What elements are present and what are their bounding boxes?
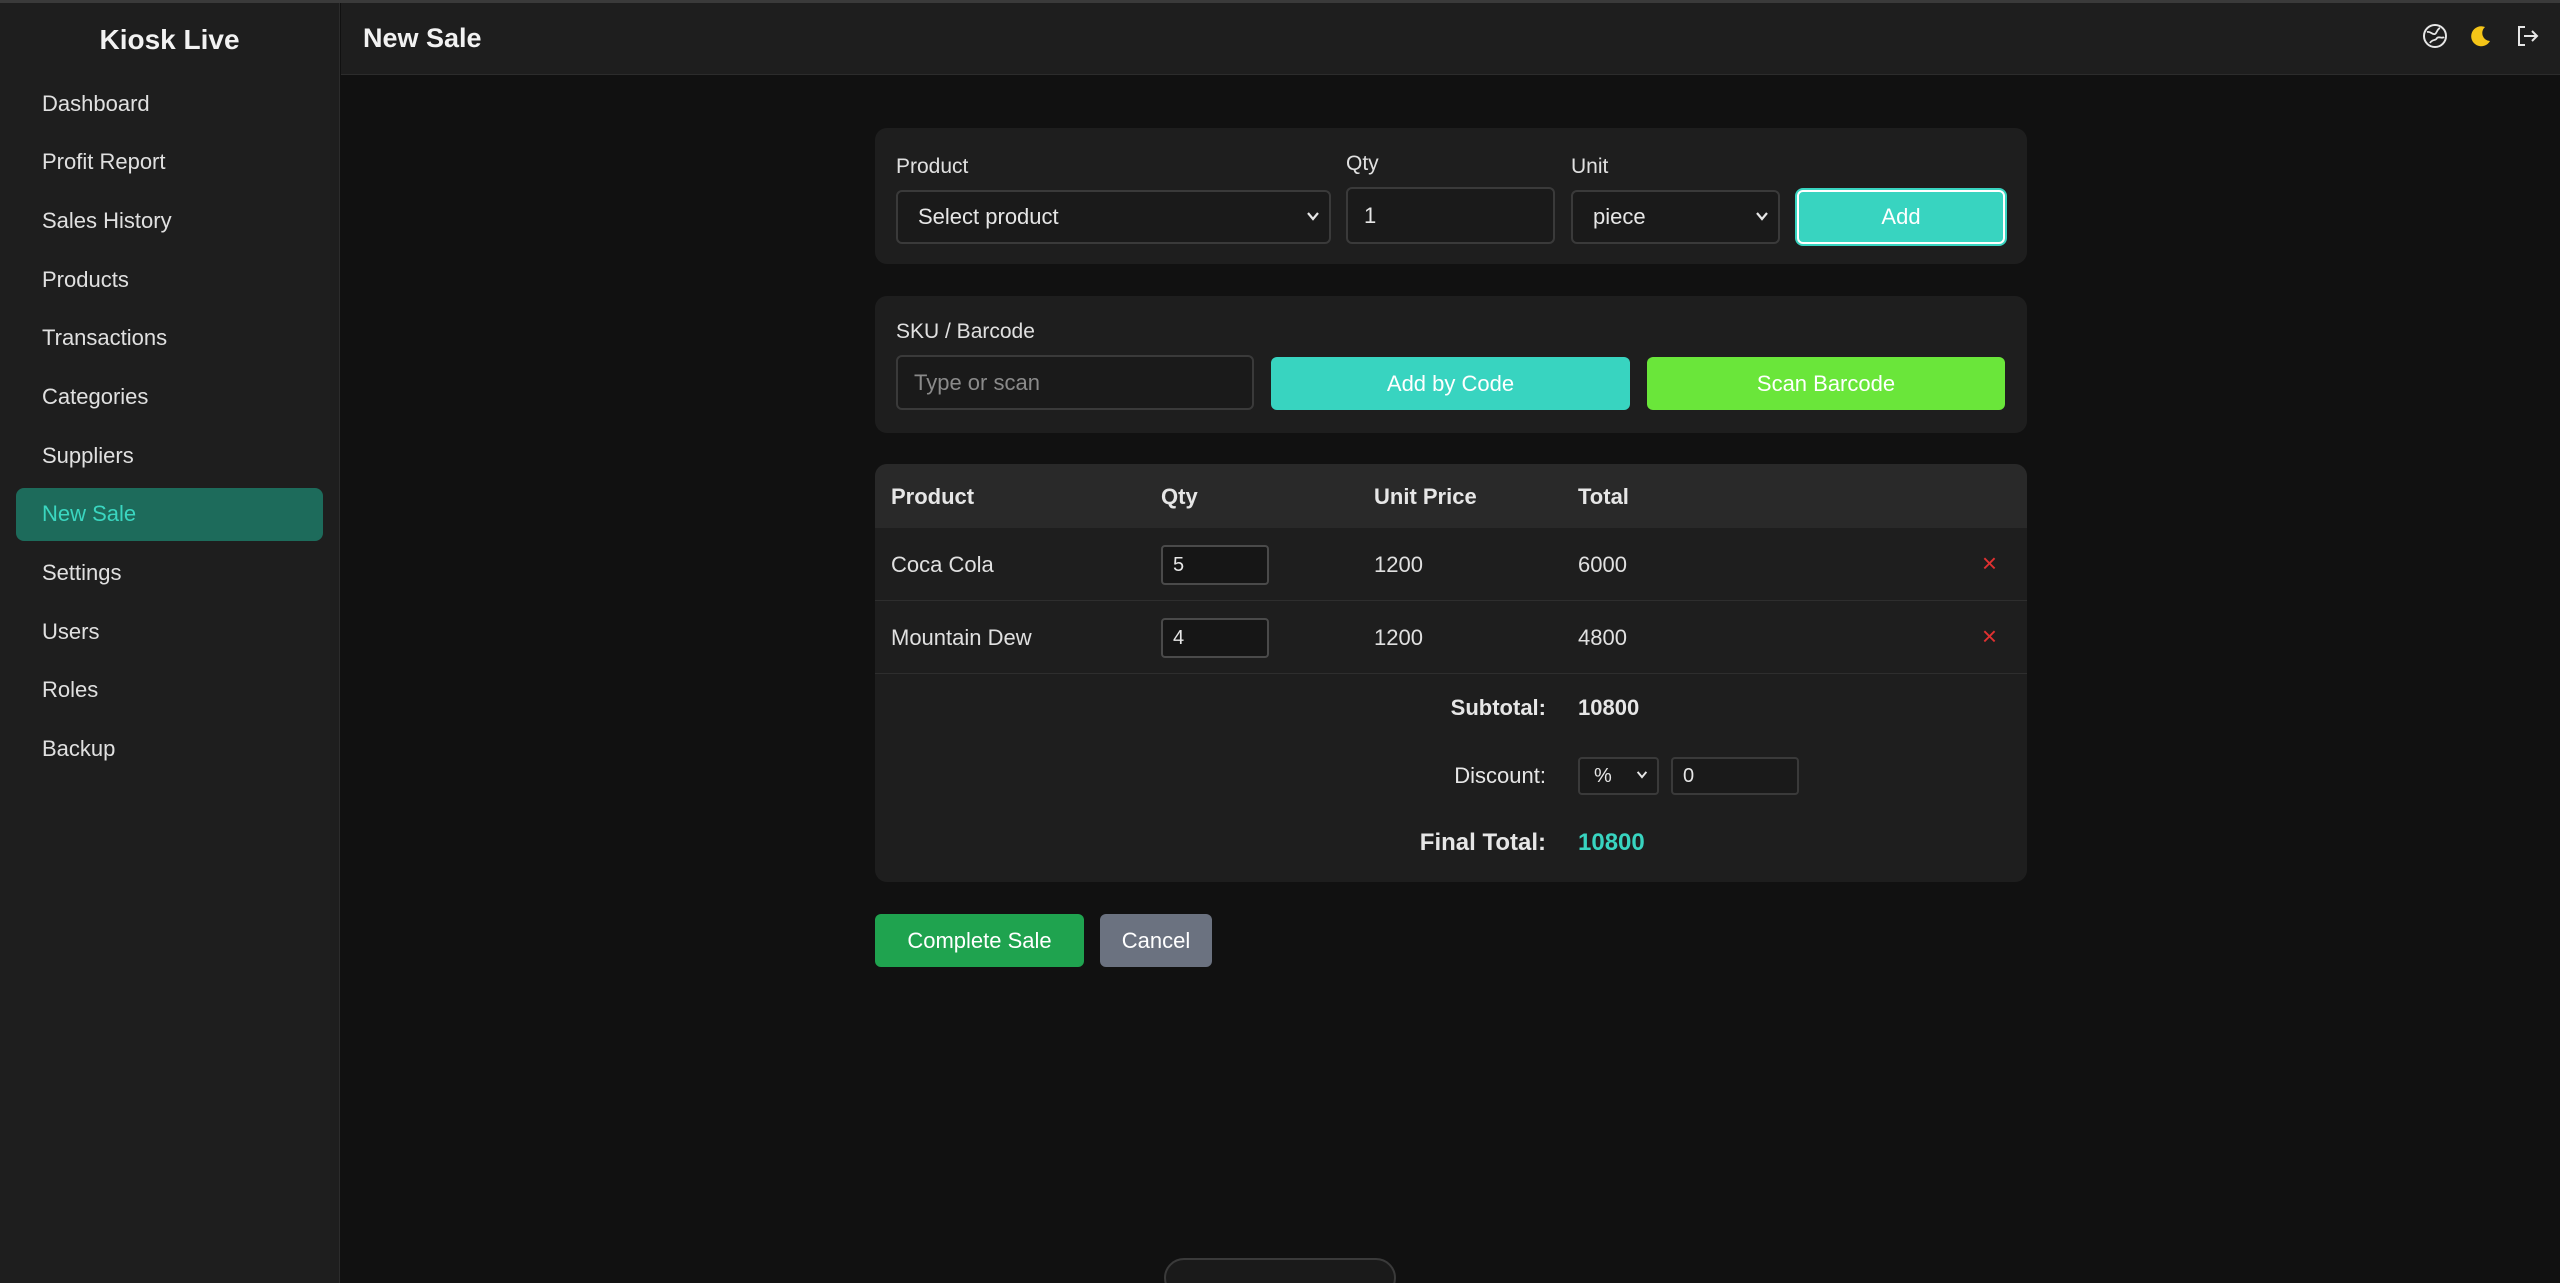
row-product: Mountain Dew	[891, 625, 1032, 650]
product-select[interactable]: Select product	[896, 190, 1331, 244]
remove-item-icon[interactable]: ×	[1982, 623, 1997, 649]
sku-card: SKU / Barcode Add by Code Scan Barcode	[875, 296, 2027, 433]
discount-type-value: %	[1594, 764, 1612, 787]
product-label: Product	[896, 155, 969, 178]
header-unit-price: Unit Price	[1374, 484, 1477, 509]
cancel-button[interactable]: Cancel	[1100, 914, 1212, 967]
subtotal-label: Subtotal:	[1450, 695, 1546, 720]
row-total: 6000	[1578, 552, 1627, 577]
qty-input[interactable]	[1346, 187, 1555, 244]
chevron-down-icon	[1635, 765, 1649, 788]
chevron-down-icon	[1305, 204, 1321, 230]
final-total-value: 10800	[1578, 829, 1645, 856]
discount-type-select[interactable]: %	[1578, 757, 1659, 795]
globe-icon[interactable]	[2420, 21, 2450, 51]
discount-input[interactable]	[1671, 757, 1799, 795]
row-unit-price: 1200	[1374, 552, 1423, 577]
table-row: Coca Cola 1200 6000 ×	[875, 528, 2027, 601]
header-total: Total	[1578, 484, 1629, 509]
qty-label: Qty	[1346, 152, 1379, 175]
cart-table-header: Product Qty Unit Price Total	[875, 464, 2027, 528]
sidebar-item-new-sale[interactable]: New Sale	[16, 487, 323, 541]
product-select-value: Select product	[918, 204, 1059, 229]
sidebar-item-products[interactable]: Products	[16, 253, 323, 306]
sidebar-item-suppliers[interactable]: Suppliers	[16, 429, 323, 482]
scan-barcode-button[interactable]: Scan Barcode	[1647, 357, 2005, 410]
moon-icon[interactable]	[2466, 21, 2496, 51]
remove-item-icon[interactable]: ×	[1982, 550, 1997, 576]
sidebar: Kiosk Live Dashboard Profit Report Sales…	[0, 3, 340, 1283]
sidebar-item-categories[interactable]: Categories	[16, 370, 323, 423]
unit-select[interactable]: piece	[1571, 190, 1780, 244]
complete-sale-button[interactable]: Complete Sale	[875, 914, 1084, 967]
row-qty-input[interactable]	[1161, 618, 1269, 658]
sidebar-nav: Dashboard Profit Report Sales History Pr…	[0, 77, 339, 776]
sidebar-item-backup[interactable]: Backup	[16, 723, 323, 776]
logout-icon[interactable]	[2512, 21, 2542, 51]
add-button[interactable]: Add	[1797, 190, 2005, 244]
sidebar-item-sales-history[interactable]: Sales History	[16, 194, 323, 247]
chevron-down-icon	[1754, 204, 1770, 230]
sidebar-item-users[interactable]: Users	[16, 605, 323, 658]
bottom-toolbar[interactable]	[1164, 1258, 1396, 1283]
row-unit-price: 1200	[1374, 625, 1423, 650]
row-total: 4800	[1578, 625, 1627, 650]
unit-label: Unit	[1571, 155, 1609, 178]
sku-input[interactable]	[896, 355, 1254, 410]
row-product: Coca Cola	[891, 552, 994, 577]
sidebar-item-roles[interactable]: Roles	[16, 664, 323, 717]
cart-card: Product Qty Unit Price Total Coca Cola 1…	[875, 464, 2027, 882]
sku-label: SKU / Barcode	[896, 320, 1035, 343]
header-icons	[2420, 21, 2542, 51]
sidebar-item-profit-report[interactable]: Profit Report	[16, 136, 323, 189]
table-row: Mountain Dew 1200 4800 ×	[875, 601, 2027, 674]
row-qty-input[interactable]	[1161, 545, 1269, 585]
header-qty: Qty	[1161, 484, 1198, 509]
final-total-label: Final Total:	[1419, 829, 1546, 856]
discount-label: Discount:	[1454, 763, 1546, 788]
brand-title: Kiosk Live	[99, 24, 240, 55]
page-title: New Sale	[363, 23, 482, 53]
add-by-code-button[interactable]: Add by Code	[1271, 357, 1630, 410]
sidebar-item-transactions[interactable]: Transactions	[16, 312, 323, 365]
unit-select-value: piece	[1593, 204, 1646, 229]
add-product-card: Product Select product Qty Unit piece Ad…	[875, 128, 2027, 264]
sidebar-item-dashboard[interactable]: Dashboard	[16, 77, 323, 130]
subtotal-value: 10800	[1578, 695, 1640, 720]
top-header: New Sale	[341, 3, 2560, 75]
header-product: Product	[891, 484, 975, 509]
sidebar-item-settings[interactable]: Settings	[16, 547, 323, 600]
